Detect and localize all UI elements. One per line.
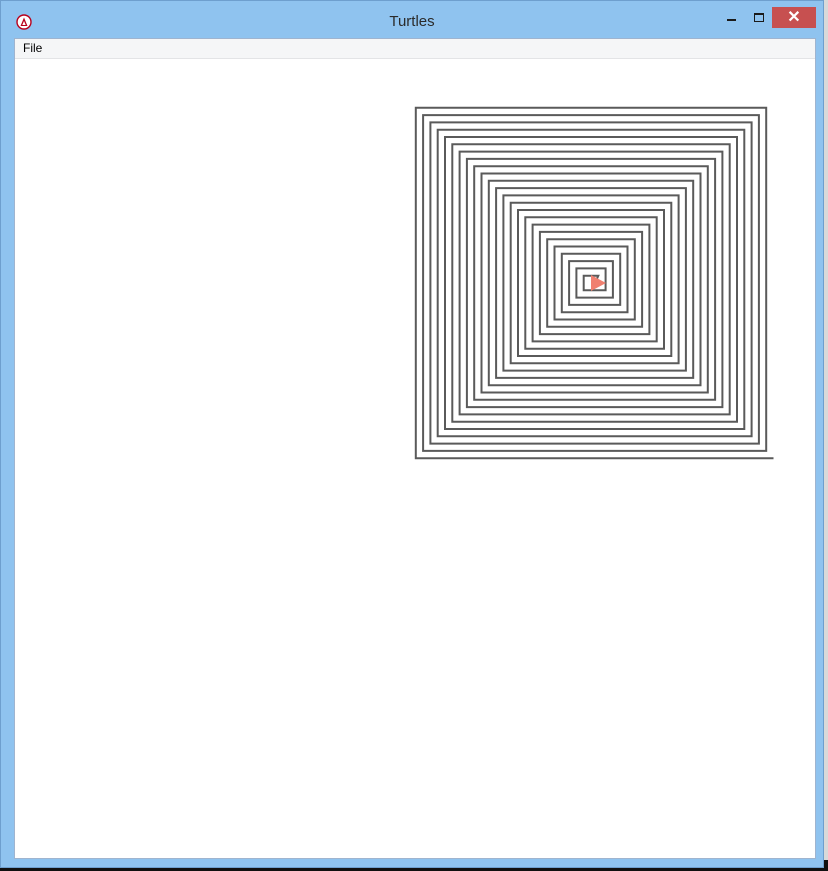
maximize-icon <box>753 13 764 22</box>
title-bar[interactable]: Turtles ✕ <box>1 1 823 37</box>
menu-file[interactable]: File <box>21 41 44 55</box>
turtles-window: Turtles ✕ File <box>0 0 824 868</box>
client-area: File <box>14 38 816 859</box>
turtle-canvas[interactable] <box>15 58 815 858</box>
window-title: Turtles <box>389 13 435 30</box>
close-button[interactable]: ✕ <box>772 7 816 28</box>
minimize-icon <box>726 18 736 21</box>
close-icon: ✕ <box>787 8 801 26</box>
minimize-button[interactable] <box>717 7 745 28</box>
menu-bar: File <box>15 39 815 59</box>
maximize-button[interactable] <box>745 7 772 28</box>
